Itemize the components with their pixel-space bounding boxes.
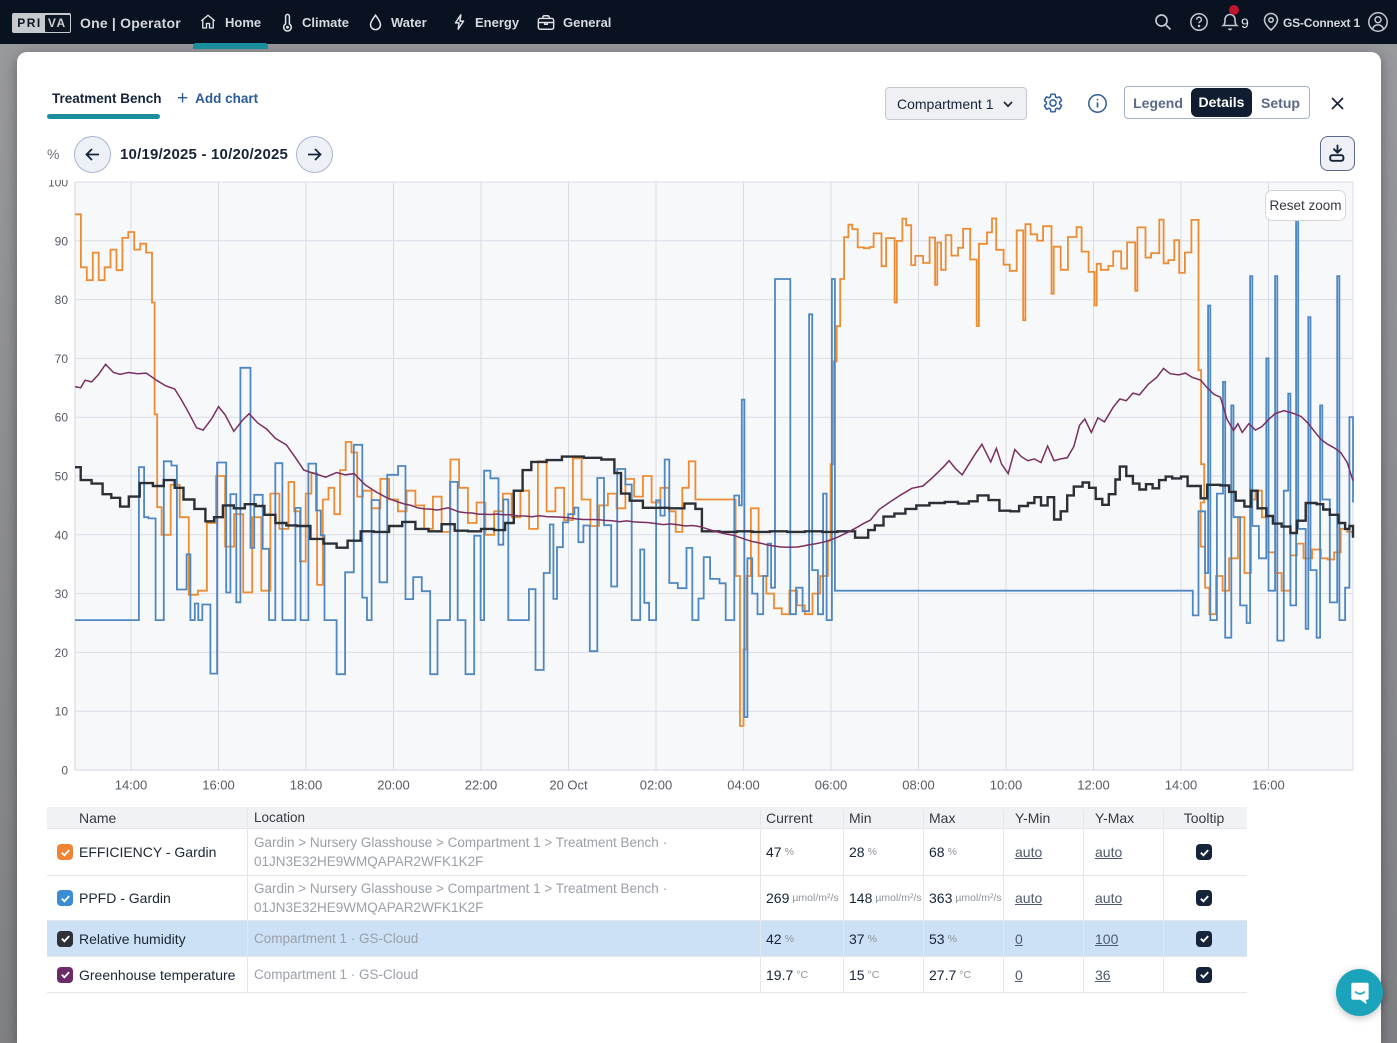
svg-text:70: 70 xyxy=(55,352,69,366)
svg-text:60: 60 xyxy=(55,411,69,425)
svg-text:20: 20 xyxy=(55,646,69,660)
svg-text:80: 80 xyxy=(55,293,69,307)
svg-text:16:00: 16:00 xyxy=(1252,778,1285,793)
svg-text:04:00: 04:00 xyxy=(727,778,760,793)
svg-text:08:00: 08:00 xyxy=(902,778,935,793)
svg-text:50: 50 xyxy=(55,470,69,484)
svg-text:30: 30 xyxy=(55,587,69,601)
svg-text:20 Oct: 20 Oct xyxy=(549,778,588,793)
svg-text:02:00: 02:00 xyxy=(640,778,673,793)
svg-text:18:00: 18:00 xyxy=(290,778,323,793)
svg-text:20:00: 20:00 xyxy=(377,778,410,793)
svg-text:0: 0 xyxy=(61,764,68,778)
svg-text:16:00: 16:00 xyxy=(202,778,235,793)
svg-text:90: 90 xyxy=(55,234,69,248)
svg-text:10: 10 xyxy=(55,705,69,719)
svg-text:100: 100 xyxy=(48,180,68,190)
svg-text:22:00: 22:00 xyxy=(465,778,498,793)
svg-text:12:00: 12:00 xyxy=(1077,778,1110,793)
svg-text:14:00: 14:00 xyxy=(1165,778,1198,793)
svg-text:06:00: 06:00 xyxy=(815,778,848,793)
svg-text:14:00: 14:00 xyxy=(115,778,148,793)
svg-text:40: 40 xyxy=(55,528,69,542)
svg-text:10:00: 10:00 xyxy=(990,778,1023,793)
